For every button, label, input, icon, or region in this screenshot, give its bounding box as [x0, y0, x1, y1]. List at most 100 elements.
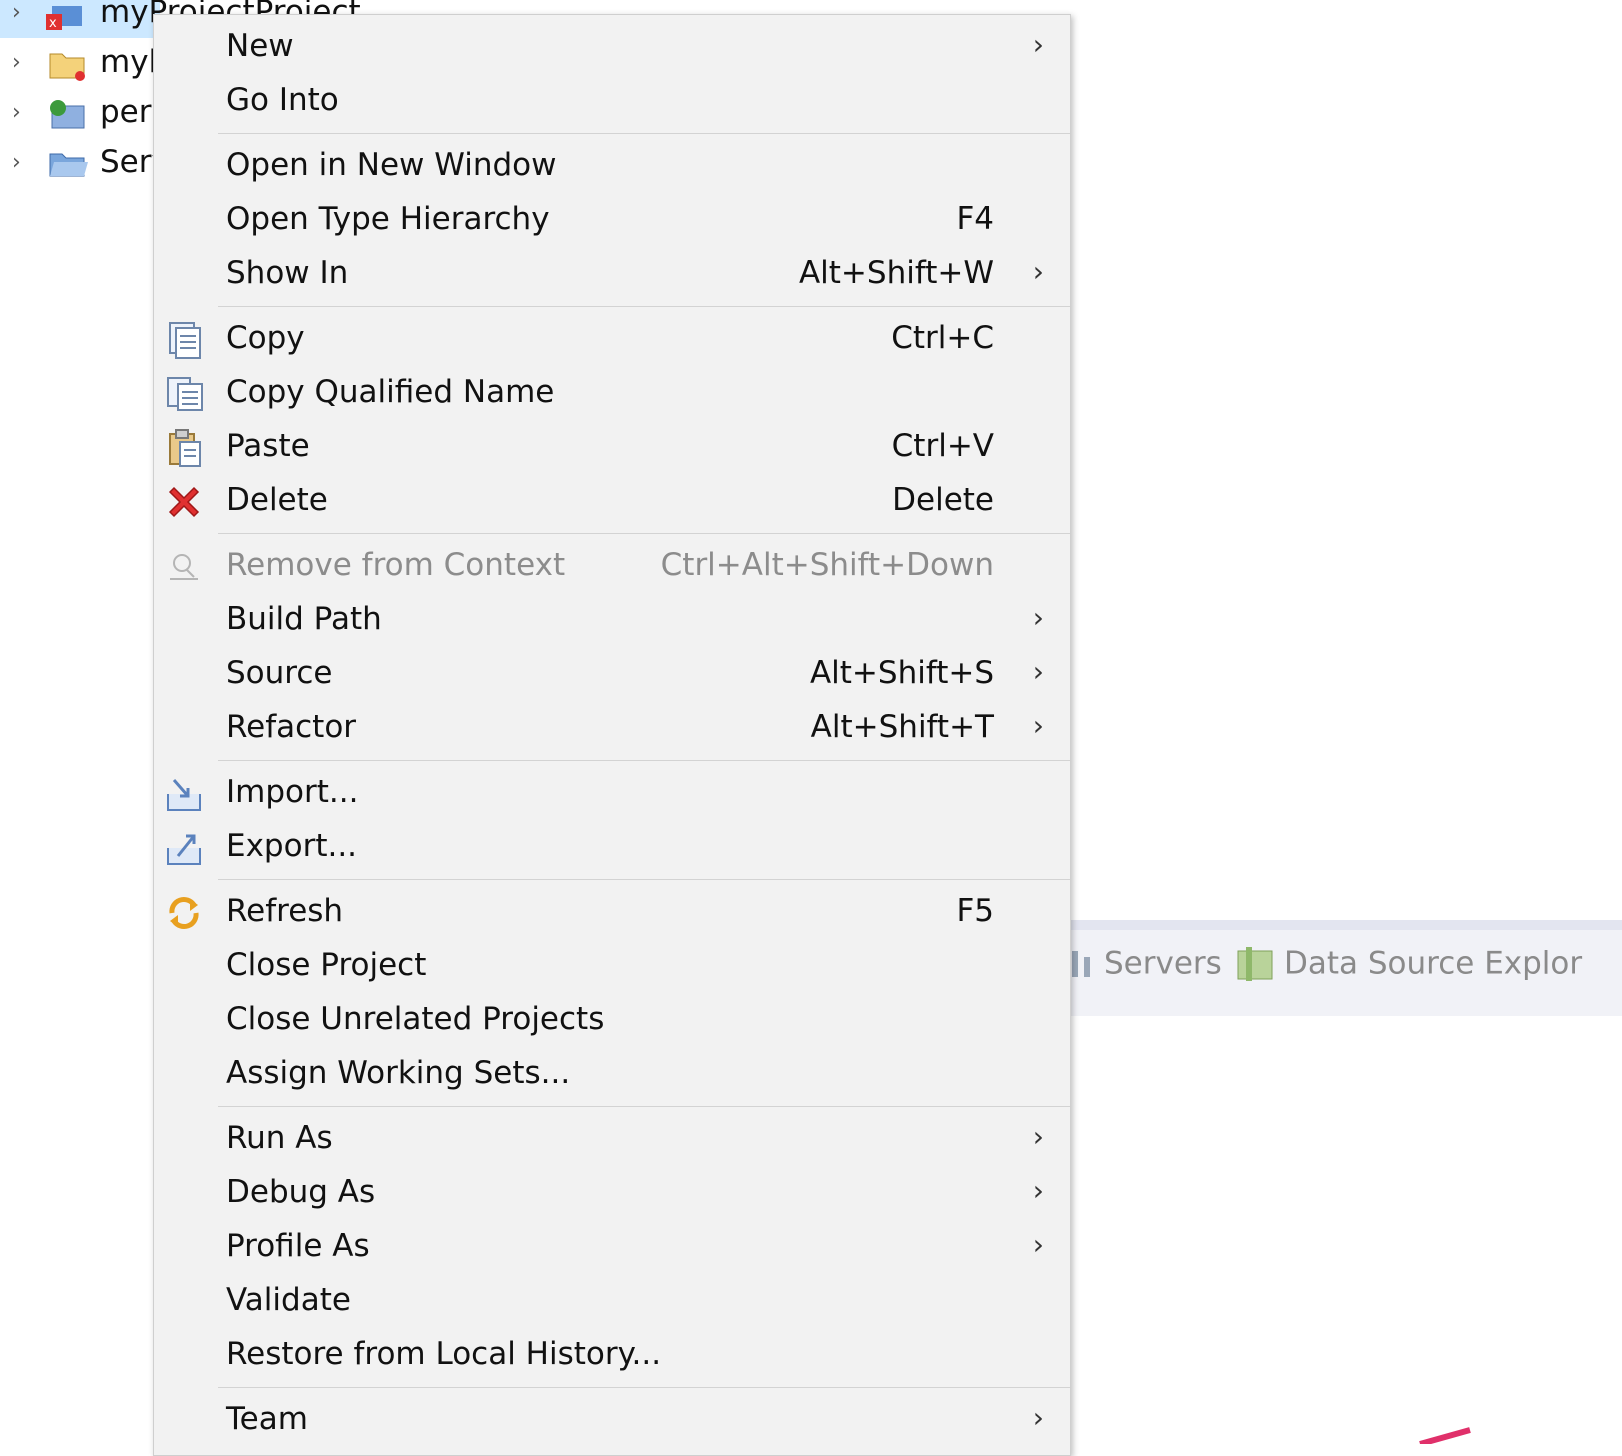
menu-item-label: Go Into [226, 82, 339, 118]
menu-separator [218, 133, 1070, 134]
menu-item-label: Remove from Context [226, 547, 566, 583]
copy-qualified-name-icon [167, 377, 203, 411]
menu-item-shortcut: Ctrl+V [891, 428, 994, 464]
tree-item-project-2[interactable]: › myl [0, 40, 160, 88]
menu-item-label: Close Project [226, 947, 427, 983]
export-icon [167, 834, 201, 865]
menu-item-label: Profile As [226, 1228, 370, 1264]
folder-icon [49, 153, 88, 177]
menu-item-build-path[interactable]: Build Path › [154, 593, 1070, 647]
copy-icon [169, 322, 201, 359]
menu-separator [218, 879, 1070, 880]
menu-item-label: Close Unrelated Projects [226, 1001, 605, 1037]
menu-item-team[interactable]: Team › [154, 1393, 1070, 1447]
menu-separator [218, 1387, 1070, 1388]
tab-label: Servers [1104, 945, 1222, 982]
menu-item-shortcut: Ctrl+Alt+Shift+Down [660, 547, 994, 583]
tree-item-project-4[interactable]: › Serv [0, 140, 170, 188]
submenu-arrow-icon: › [1032, 655, 1044, 688]
menu-item-remove-from-context: Remove from Context Ctrl+Alt+Shift+Down [154, 539, 1070, 593]
menu-item-label: Open Type Hierarchy [226, 201, 550, 237]
menu-item-label: Refresh [226, 893, 344, 929]
menu-separator [218, 533, 1070, 534]
submenu-arrow-icon: › [1032, 1174, 1044, 1207]
chevron-right-icon[interactable]: › [12, 48, 32, 78]
menu-separator [218, 1106, 1070, 1107]
menu-item-import[interactable]: Import... [154, 766, 1070, 820]
menu-item-refactor[interactable]: Refactor Alt+Shift+T › [154, 701, 1070, 755]
project-explorer-tree: › x myProjectProject › myl › pers › Serv [0, 0, 361, 200]
paste-icon [169, 429, 201, 467]
menu-item-label: Build Path [226, 601, 382, 637]
menu-item-export[interactable]: Export... [154, 820, 1070, 874]
menu-item-shortcut: Ctrl+C [891, 320, 994, 356]
submenu-arrow-icon: › [1032, 709, 1044, 742]
menu-item-label: New [226, 28, 294, 64]
menu-item-label: Source [226, 655, 333, 691]
menu-item-run-as[interactable]: Run As › [154, 1112, 1070, 1166]
tree-item-project-3[interactable]: › pers [0, 90, 168, 138]
chevron-right-icon[interactable]: › [12, 98, 32, 128]
menu-item-label: Copy [226, 320, 305, 356]
menu-item-debug-as[interactable]: Debug As › [154, 1166, 1070, 1220]
menu-item-shortcut: F5 [956, 893, 994, 929]
menu-item-go-into[interactable]: Go Into [154, 74, 1070, 128]
menu-item-shortcut: Alt+Shift+S [809, 655, 994, 691]
menu-item-copy[interactable]: Copy Ctrl+C [154, 312, 1070, 366]
menu-item-validate[interactable]: Validate [154, 1274, 1070, 1328]
menu-item-open-in-new-window[interactable]: Open in New Window [154, 139, 1070, 193]
tree-item-project-1[interactable]: › x myProjectProject [0, 0, 361, 38]
menu-item-close-project[interactable]: Close Project [154, 939, 1070, 993]
menu-item-label: Assign Working Sets... [226, 1055, 571, 1091]
remove-context-icon [170, 554, 198, 580]
menu-item-delete[interactable]: Delete Delete [154, 474, 1070, 528]
menu-item-new[interactable]: New › [154, 20, 1070, 74]
menu-item-label: Debug As [226, 1174, 376, 1210]
chevron-right-icon[interactable]: › [12, 148, 32, 178]
tab-label: Data Source Explor [1284, 945, 1583, 982]
submenu-arrow-icon: › [1032, 255, 1044, 288]
menu-item-copy-qualified-name[interactable]: Copy Qualified Name [154, 366, 1070, 420]
menu-separator [218, 306, 1070, 307]
import-icon [167, 779, 201, 811]
delete-icon [168, 486, 200, 518]
tab-servers[interactable]: Servers [1056, 944, 1222, 994]
menu-item-source[interactable]: Source Alt+Shift+S › [154, 647, 1070, 701]
menu-item-paste[interactable]: Paste Ctrl+V [154, 420, 1070, 474]
submenu-arrow-icon: › [1032, 1120, 1044, 1153]
annotation-stroke [1419, 1427, 1471, 1444]
menu-item-label: Show In [226, 255, 349, 291]
menu-item-shortcut: Alt+Shift+T [810, 709, 994, 745]
menu-item-label: Run As [226, 1120, 333, 1156]
menu-item-label: Export... [226, 828, 358, 864]
menu-item-label: Refactor [226, 709, 357, 745]
menu-item-profile-as[interactable]: Profile As › [154, 1220, 1070, 1274]
chevron-right-icon[interactable]: › [12, 0, 32, 28]
context-menu: New › Go Into Open in New Window Open Ty… [153, 14, 1071, 1456]
menu-item-shortcut: Delete [892, 482, 994, 518]
menu-item-close-unrelated-projects[interactable]: Close Unrelated Projects [154, 993, 1070, 1047]
refresh-icon [169, 897, 199, 929]
menu-item-refresh[interactable]: Refresh F5 [154, 885, 1070, 939]
views-tab-bar: Servers Data Source Explor [1040, 920, 1622, 1016]
menu-item-show-in[interactable]: Show In Alt+Shift+W › [154, 247, 1070, 301]
submenu-arrow-icon: › [1032, 601, 1044, 634]
submenu-arrow-icon: › [1032, 28, 1044, 61]
menu-item-label: Paste [226, 428, 310, 464]
menu-item-label: Import... [226, 774, 359, 810]
menu-item-shortcut: F4 [956, 201, 994, 237]
menu-item-label: Copy Qualified Name [226, 374, 555, 410]
project-error-icon: x [46, 6, 82, 31]
menu-item-restore-from-local-history[interactable]: Restore from Local History... [154, 1328, 1070, 1382]
project-warning-icon [49, 53, 85, 81]
menu-item-label: Open in New Window [226, 147, 557, 183]
menu-item-label: Validate [226, 1282, 351, 1318]
tab-data-source-explorer[interactable]: Data Source Explor [1236, 944, 1582, 994]
menu-item-assign-working-sets[interactable]: Assign Working Sets... [154, 1047, 1070, 1101]
menu-item-label: Delete [226, 482, 328, 518]
submenu-arrow-icon: › [1032, 1401, 1044, 1434]
menu-item-open-type-hierarchy[interactable]: Open Type Hierarchy F4 [154, 193, 1070, 247]
submenu-arrow-icon: › [1032, 1228, 1044, 1261]
menu-separator [218, 760, 1070, 761]
svg-text:x: x [49, 16, 57, 31]
